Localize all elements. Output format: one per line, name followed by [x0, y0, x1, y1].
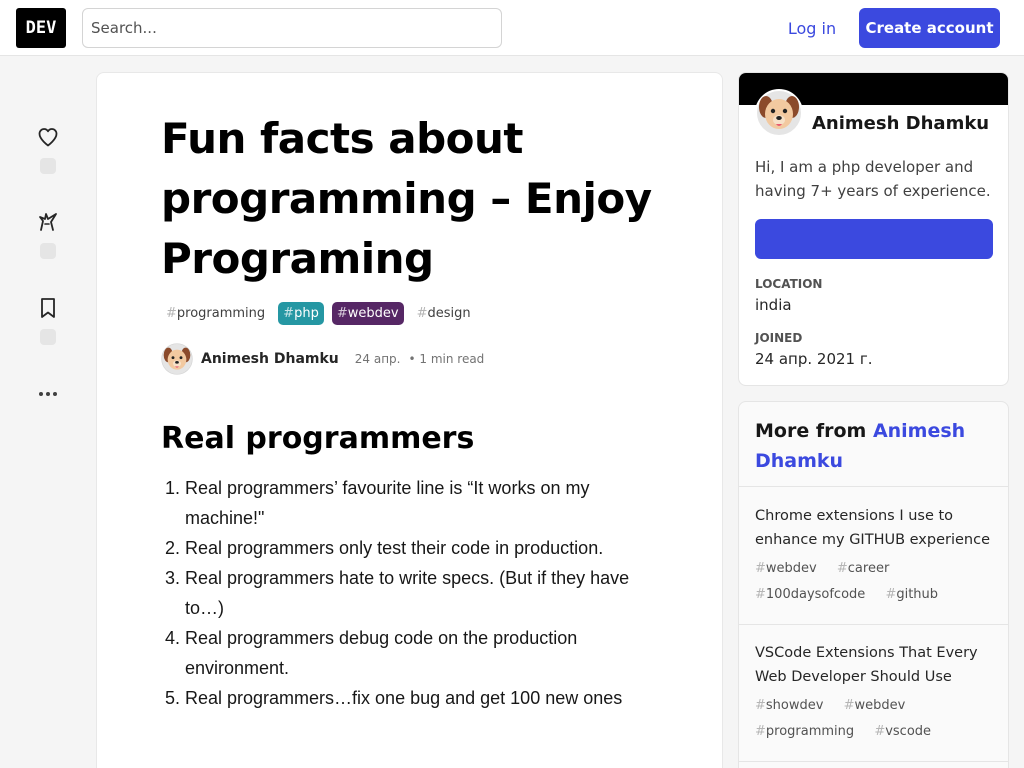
- joined-value: 24 апр. 2021 г.: [755, 350, 873, 368]
- bookmark-action[interactable]: [32, 296, 64, 345]
- post-tag[interactable]: #webdev: [844, 698, 914, 713]
- tag-webdev[interactable]: #webdev: [331, 301, 404, 325]
- like-action[interactable]: [32, 125, 64, 174]
- more-post-title[interactable]: Chrome extensions I use to enhance my GI…: [755, 504, 992, 552]
- login-button[interactable]: Log in: [778, 8, 846, 48]
- unicorn-icon: [39, 213, 57, 231]
- more-post-item[interactable]: VSCode Extensions That Every Web Develop…: [739, 625, 1008, 762]
- unicorn-count: [40, 243, 56, 259]
- create-account-button[interactable]: Create account: [859, 8, 1000, 48]
- more-from-author-card: More from Animesh Dhamku Chrome extensio…: [738, 401, 1009, 768]
- avatar[interactable]: [161, 343, 193, 375]
- post-tag[interactable]: #showdev: [755, 698, 831, 713]
- article-tags: #programming #php #webdev #design: [161, 300, 476, 326]
- bookmark-icon: [41, 298, 55, 318]
- more-actions-button[interactable]: [32, 382, 64, 406]
- more-post-item[interactable]: Chrome extensions I use to enhance my GI…: [739, 488, 1008, 625]
- author-name[interactable]: Animesh Dhamku: [201, 351, 339, 367]
- location-label: Location: [755, 277, 823, 291]
- list-item: Real programmers hate to write specs. (B…: [185, 563, 661, 623]
- author-row: Animesh Dhamku 24 апр. • 1 min read: [161, 343, 484, 375]
- section-heading: Real programmers: [161, 421, 475, 456]
- post-date: 24 апр.: [354, 352, 401, 366]
- tag-php[interactable]: #php: [278, 301, 324, 325]
- profile-bio: Hi, I am a php developer and having 7+ y…: [755, 158, 991, 200]
- post-tag[interactable]: #programming: [755, 724, 862, 739]
- more-post-tags: #showdev #webdev #programming #vscode: [755, 693, 992, 745]
- heart-icon: [38, 128, 58, 147]
- follow-button[interactable]: [755, 219, 993, 259]
- fun-facts-list: Real programmers’ favourite line is “It …: [161, 473, 661, 713]
- list-item: Real programmers only test their code in…: [185, 533, 661, 563]
- like-count: [40, 158, 56, 174]
- dev-logo[interactable]: DEV: [16, 8, 66, 48]
- search-input[interactable]: [82, 8, 502, 48]
- list-item: Real programmers’ favourite line is “It …: [185, 473, 661, 533]
- joined-label: Joined: [755, 331, 803, 345]
- tag-design[interactable]: #design: [412, 302, 476, 325]
- list-item: Real programmers debug code on the produ…: [185, 623, 661, 683]
- post-tag[interactable]: #100daysofcode: [755, 587, 873, 602]
- more-horizontal-icon: [39, 392, 57, 396]
- read-time: • 1 min read: [408, 352, 485, 366]
- tag-programming[interactable]: #programming: [161, 302, 270, 325]
- profile-name[interactable]: Animesh Dhamku: [812, 113, 989, 134]
- article-title: Fun facts about programming – Enjoy Prog…: [161, 114, 652, 283]
- post-tag[interactable]: #github: [885, 587, 946, 602]
- post-tag[interactable]: #career: [837, 561, 897, 576]
- more-from-heading: More from Animesh Dhamku: [739, 402, 1008, 487]
- article-card: Fun facts about programming – Enjoy Prog…: [96, 72, 723, 768]
- top-header: DEV Log in Create account: [0, 0, 1024, 56]
- bookmark-count: [40, 329, 56, 345]
- post-tag[interactable]: #webdev: [755, 561, 825, 576]
- post-tag[interactable]: #vscode: [874, 724, 939, 739]
- more-post-title[interactable]: VSCode Extensions That Every Web Develop…: [755, 641, 992, 689]
- author-profile-card: Animesh Dhamku Hi, I am a php developer …: [738, 72, 1009, 386]
- location-value: india: [755, 296, 792, 314]
- profile-avatar[interactable]: [755, 89, 803, 137]
- list-item: Real programmers…fix one bug and get 100…: [185, 683, 661, 713]
- more-post-tags: #webdev #career #100daysofcode #github: [755, 556, 992, 608]
- unicorn-action[interactable]: [32, 210, 64, 259]
